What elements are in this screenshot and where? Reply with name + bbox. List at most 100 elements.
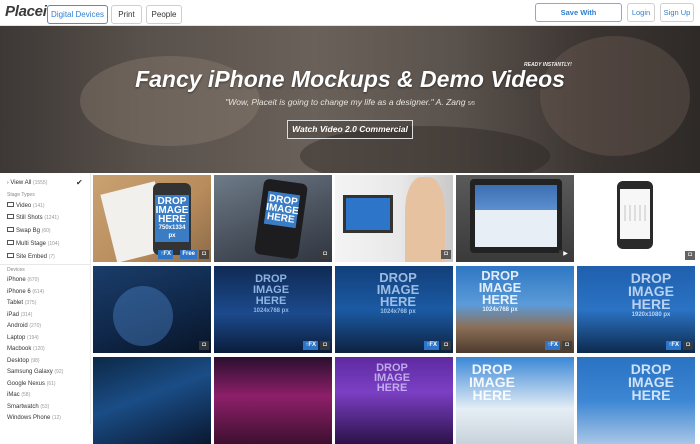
sidebar-item-count: (1241)	[44, 215, 59, 221]
camera-icon: ◘	[685, 251, 695, 260]
drop-size: 1920x1080 px	[631, 312, 671, 318]
sidebar-item-desktop[interactable]: Desktop (98)	[7, 358, 40, 364]
tab-people[interactable]: People	[146, 5, 182, 24]
video-icon	[7, 202, 14, 207]
drop-text: HERE	[472, 387, 512, 403]
camera-icon: ◘	[320, 250, 330, 259]
subscribe-button[interactable]: Save With Subscriptions!	[535, 3, 622, 34]
sidebar-item-label: iMac	[7, 392, 20, 398]
sidebar-item-count: (614)	[32, 289, 45, 295]
fx-label: FX	[429, 342, 437, 348]
drop-size: 750x1334 px	[158, 225, 186, 239]
mockup-tile[interactable]: ◘	[335, 175, 453, 262]
mockup-tile[interactable]: DROP IMAGE HERE 1920x1080 px ↑FX ◘	[577, 266, 695, 353]
hero-bg-shape	[540, 36, 690, 156]
fx-badge: ↑FX	[424, 341, 439, 350]
camera-icon: ◘	[199, 250, 209, 259]
fx-badge: ↑FX	[158, 250, 173, 259]
drop-image-placeholder: DROP IMAGE HERE 1920x1080 px	[611, 271, 691, 319]
sidebar-item-swap-bg[interactable]: Swap Bg (60)	[7, 227, 51, 234]
sidebar-item-iphone[interactable]: iPhone (670)	[7, 277, 39, 283]
camera-icon: ◘	[199, 341, 209, 350]
sidebar-item-label: Samsung Galaxy	[7, 369, 53, 375]
camera-icon: ◘	[441, 250, 451, 259]
sidebar-item-label: iPad	[7, 312, 20, 318]
sidebar-item-count: (92)	[54, 369, 64, 375]
sidebar-item-label: Macbook	[7, 346, 32, 352]
monitor-shape	[343, 195, 393, 233]
hero-title: Fancy iPhone Mockups & Demo Videos	[135, 66, 565, 92]
image-icon	[7, 214, 14, 219]
sidebar-item-multi-stage[interactable]: Multi Stage (104)	[7, 240, 59, 247]
mockup-tile[interactable]: DROP IMAGE HERE 1024x768 px ↑FX ◘	[214, 266, 332, 353]
hero-banner: READY INSTANTLY! Fancy iPhone Mockups & …	[0, 26, 700, 173]
sidebar-item-count: (670)	[27, 277, 40, 283]
sidebar-item-tablet[interactable]: Tablet (375)	[7, 300, 36, 306]
sidebar-item-view-all[interactable]: › View All (1555)	[7, 180, 47, 186]
sidebar-item-label: Tablet	[7, 300, 24, 306]
hero-quote: "Wow, Placeit is going to change my life…	[0, 97, 700, 107]
mockup-tile[interactable]	[214, 357, 332, 444]
sidebar-item-label: Multi Stage	[16, 241, 47, 247]
sidebar-item-macbook[interactable]: Macbook (120)	[7, 346, 45, 352]
sidebar-item-count: (104)	[47, 241, 60, 247]
sidebar-item-android[interactable]: Android (270)	[7, 323, 41, 329]
fx-badge: ↑FX	[545, 341, 560, 350]
sidebar-item-google-nexus[interactable]: Google Nexus (61)	[7, 381, 56, 387]
divider	[0, 264, 90, 265]
drop-text: HERE	[255, 295, 287, 307]
drop-image-placeholder: DROP IMAGE HERE	[462, 362, 522, 403]
drop-image-placeholder: DROP IMAGE HERE	[611, 362, 691, 402]
fx-label: FX	[163, 251, 171, 257]
mockup-tile[interactable]	[93, 357, 211, 444]
mockup-tile[interactable]: DROP IMAGE HERE 750x1334 px ↑FX Free ◘	[93, 175, 211, 262]
mockup-tile[interactable]: DROP IMAGE HERE	[456, 357, 574, 444]
logo[interactable]: Placeit	[5, 3, 52, 20]
quote-rating: 5/5	[467, 101, 475, 107]
sidebar-item-site-embed[interactable]: Site Embed (7)	[7, 253, 55, 260]
mockup-tile[interactable]: DROP IMAGE HERE 1024x768 px ↑FX ◘	[456, 266, 574, 353]
sidebar-item-label: Laptop	[7, 335, 26, 341]
quote-text: "Wow, Placeit is going to change my life…	[225, 97, 466, 107]
camera-icon: ◘	[320, 341, 330, 350]
drop-size: 1024x768 px	[253, 308, 289, 314]
mockup-tile[interactable]: DROP IMAGE HERE	[577, 357, 695, 444]
sidebar-item-video[interactable]: Video (141)	[7, 202, 45, 209]
sidebar-item-label: Windows Phone	[7, 415, 51, 421]
mockup-tile[interactable]: DROP IMAGE HERE ◘	[214, 175, 332, 262]
sidebar-item-count: (53)	[40, 404, 50, 410]
mockup-tile[interactable]: DROP IMAGE HERE 1024x768 px ↑FX ◘	[335, 266, 453, 353]
sidebar-item-still-shots[interactable]: Still Shots (1241)	[7, 214, 59, 221]
login-button[interactable]: Login	[627, 3, 655, 22]
free-badge: Free	[180, 250, 197, 259]
tab-print[interactable]: Print	[111, 5, 142, 24]
sidebar-item-label: View All	[10, 180, 32, 186]
sidebar-item-smartwatch[interactable]: Smartwatch (53)	[7, 404, 49, 410]
fx-badge: ↑FX	[303, 341, 318, 350]
mockup-tile[interactable]: ◘	[93, 266, 211, 353]
mockup-tile[interactable]	[577, 175, 695, 262]
person-shape	[405, 177, 445, 262]
sidebar-item-samsung-galaxy[interactable]: Samsung Galaxy (92)	[7, 369, 63, 375]
sidebar-item-laptop[interactable]: Laptop (194)	[7, 335, 39, 341]
sidebar-item-label: Android	[7, 323, 28, 329]
sidebar-item-count: (61)	[46, 381, 56, 387]
sidebar-item-iphone-6[interactable]: iPhone 6 (614)	[7, 289, 44, 295]
sidebar-item-count: (194)	[27, 335, 39, 341]
sidebar-item-label: Swap Bg	[16, 228, 41, 234]
drop-image-placeholder: DROP IMAGE HERE 1024x768 px	[470, 269, 530, 314]
tab-digital-devices[interactable]: Digital Devices	[47, 5, 108, 24]
sidebar-item-label: Site Embed	[16, 254, 48, 260]
sidebar-item-label: iPhone 6	[7, 289, 31, 295]
mockup-tile[interactable]: ▶	[456, 175, 574, 262]
sidebar-item-windows-phone[interactable]: Windows Phone (12)	[7, 415, 61, 421]
watch-video-button[interactable]: Watch Video 2.0 Commercial	[287, 120, 413, 139]
sidebar-item-ipad[interactable]: iPad (314)	[7, 312, 32, 318]
sidebar-item-count: (12)	[52, 415, 61, 421]
signup-button[interactable]: Sign Up	[660, 3, 694, 22]
sidebar-item-imac[interactable]: iMac (58)	[7, 392, 30, 398]
camera-icon: ◘	[562, 341, 572, 350]
sidebar-item-label: Google Nexus	[7, 381, 46, 387]
sidebar-item-label: iPhone	[7, 277, 26, 283]
mockup-tile[interactable]: DROP IMAGE HERE	[335, 357, 453, 444]
